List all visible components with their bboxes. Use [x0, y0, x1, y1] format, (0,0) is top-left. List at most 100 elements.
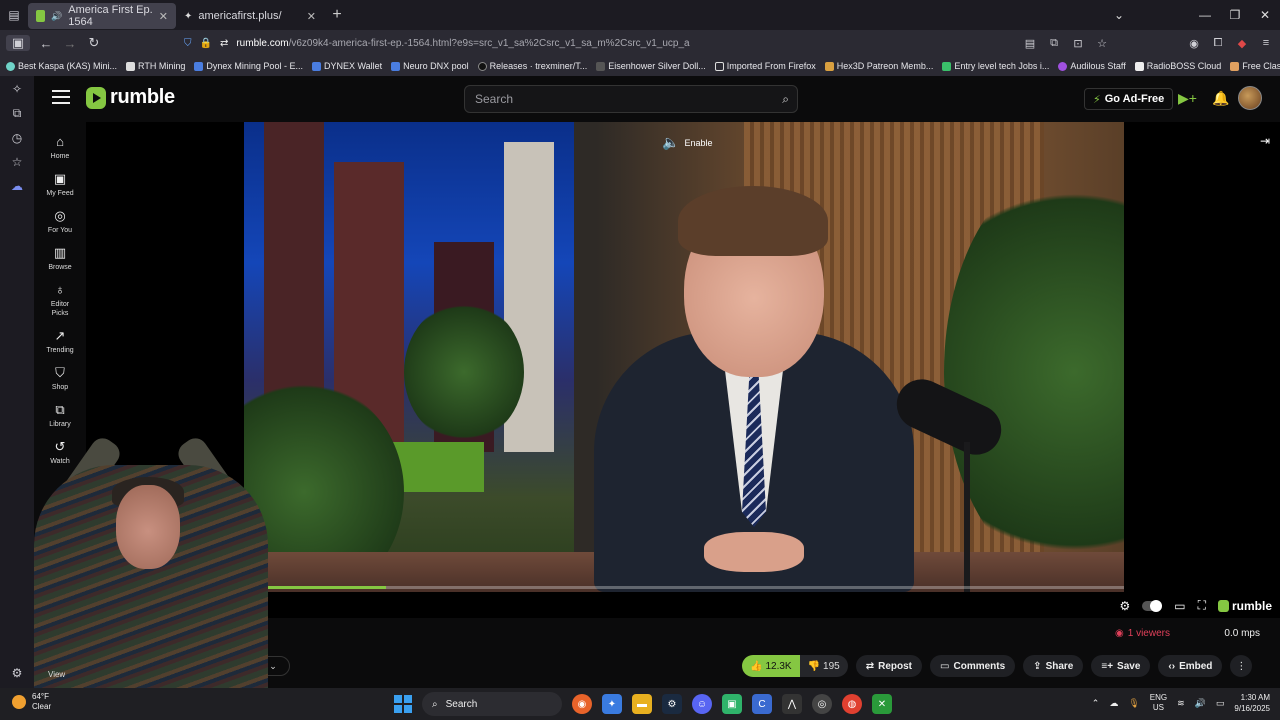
restore-button[interactable]: ❐	[1220, 8, 1250, 22]
file-explorer-icon[interactable]: ▬	[632, 694, 652, 714]
search-input[interactable]: Search ⌕	[464, 85, 798, 113]
extensions-icon[interactable]: ⧠	[1210, 37, 1226, 50]
bookmarks-icon[interactable]: ☆	[12, 155, 23, 169]
rumble-logo[interactable]: rumble	[86, 86, 175, 109]
progress-bar[interactable]	[256, 586, 1124, 589]
ai-chat-icon[interactable]: ✧	[12, 82, 22, 96]
share-button[interactable]: ⇪ Share	[1023, 655, 1084, 677]
app-icon[interactable]: ⋀	[782, 694, 802, 714]
reader-view-icon[interactable]: ▤	[1022, 37, 1038, 50]
fullscreen-icon[interactable]: ⛶	[1198, 598, 1206, 613]
history-icon[interactable]: ◷	[12, 131, 22, 145]
save-button[interactable]: ≡+ Save	[1091, 655, 1151, 677]
like-button[interactable]: 👍 12.3K	[742, 655, 800, 677]
picture-in-picture-icon[interactable]: ⧉	[1046, 37, 1062, 50]
battery-icon[interactable]: ▭	[1216, 698, 1225, 709]
extension-badge-icon[interactable]: ◆	[1234, 37, 1250, 50]
nav-for-you[interactable]: ◎ For You	[34, 208, 86, 235]
synced-tabs-icon[interactable]: ⧉	[13, 106, 22, 121]
close-tab-icon[interactable]: ✕	[307, 10, 316, 23]
language-indicator[interactable]: ENG US	[1150, 693, 1167, 713]
bookmark-item[interactable]: Best Kaspa (KAS) Mini...	[6, 61, 117, 71]
nav-shop[interactable]: ⛉ Shop	[34, 365, 86, 392]
taskbar-search[interactable]: ⌕ Search	[422, 692, 562, 716]
more-options-icon[interactable]: ⋮	[1230, 655, 1253, 677]
player-rumble-logo[interactable]: rumble	[1217, 599, 1272, 613]
app-icon[interactable]: ▣	[722, 694, 742, 714]
onedrive-icon[interactable]: ☁	[1109, 698, 1118, 709]
weather-widget[interactable]: 64°F Clear	[12, 692, 51, 712]
bookmark-star-icon[interactable]: ☆	[1094, 37, 1110, 50]
permissions-icon[interactable]: ⇄	[220, 38, 228, 49]
settings-gear-icon[interactable]: ⚙	[1119, 599, 1130, 613]
unmute-button[interactable]: 🔈 Enable	[662, 134, 712, 151]
speaker-icon[interactable]: 🔊	[51, 11, 62, 22]
back-button[interactable]: ←	[34, 36, 58, 51]
tab-list-icon[interactable]: ▤	[0, 0, 28, 30]
nav-my-feed[interactable]: ▣ My Feed	[34, 171, 86, 198]
notification-bell-icon[interactable]: 🔔	[1212, 90, 1229, 107]
lock-icon[interactable]: 🔒	[200, 38, 212, 49]
minimize-button[interactable]: —	[1190, 8, 1220, 22]
bookmark-item[interactable]: Free Class Details | AC...	[1230, 61, 1280, 71]
bookmark-folder[interactable]: Imported From Firefox	[714, 61, 816, 71]
tab-active[interactable]: 🔊 America First Ep. 1564 ✕	[28, 3, 176, 29]
app-c-icon[interactable]: C	[752, 694, 772, 714]
account-icon[interactable]: ◉	[1186, 37, 1202, 50]
customize-sidebar-icon[interactable]: ⚙	[12, 666, 23, 680]
new-tab-button[interactable]: +	[324, 6, 350, 24]
obs-icon[interactable]: ◎	[812, 694, 832, 714]
close-tab-icon[interactable]: ✕	[159, 10, 168, 23]
nav-editor-picks[interactable]: ♁ Editor Picks	[34, 282, 86, 318]
chevron-up-icon[interactable]: ⌃	[1092, 698, 1100, 709]
user-avatar[interactable]	[1238, 86, 1262, 110]
close-window-button[interactable]: ✕	[1250, 8, 1280, 22]
screenshot-icon[interactable]: ⊡	[1070, 37, 1086, 50]
clock[interactable]: 1:30 AM 9/16/2025	[1234, 692, 1270, 714]
shield-icon[interactable]: ⛉	[184, 38, 192, 49]
bookmark-item[interactable]: Hex3D Patreon Memb...	[824, 61, 933, 71]
reload-button[interactable]: ↻	[82, 35, 106, 51]
bookmark-item[interactable]: Entry level tech Jobs i...	[942, 61, 1049, 71]
autoplay-toggle[interactable]	[1142, 599, 1163, 612]
address-bar[interactable]: ⛉ 🔒 ⇄ rumble.com/v6z09k4-america-first-e…	[176, 32, 1106, 54]
copilot-icon[interactable]: ✦	[602, 694, 622, 714]
bookmark-item[interactable]: Dynex Mining Pool - E...	[194, 61, 303, 71]
hamburger-menu-icon[interactable]	[52, 90, 70, 104]
chrome-icon[interactable]: ◍	[842, 694, 862, 714]
dislike-button[interactable]: 👎 195	[799, 655, 848, 677]
discord-icon[interactable]: ☺	[692, 694, 712, 714]
steam-icon[interactable]: ⚙	[662, 694, 682, 714]
search-icon[interactable]: ⌕	[782, 92, 789, 107]
microphone-icon[interactable]: 🎙	[1128, 698, 1139, 709]
wifi-icon[interactable]: ≋	[1177, 698, 1185, 709]
go-ad-free-button[interactable]: ⚡ Go Ad-Free	[1084, 88, 1174, 110]
bookmark-item[interactable]: Neuro DNX pool	[391, 61, 469, 71]
sidebar-toggle-icon[interactable]: ▣	[6, 35, 30, 51]
nav-browse[interactable]: ▥ Browse	[34, 245, 86, 272]
upload-video-icon[interactable]: ▶+	[1178, 90, 1197, 107]
menu-icon[interactable]: ≡	[1258, 37, 1274, 49]
forward-button[interactable]: →	[58, 36, 82, 51]
bookmark-item[interactable]: RadioBOSS Cloud	[1134, 61, 1221, 71]
theater-mode-icon[interactable]: ▭	[1174, 599, 1185, 613]
tab-inactive[interactable]: ✦ americafirst.plus/ ✕	[176, 3, 324, 29]
bookmark-item[interactable]: Audilous Staff	[1058, 61, 1126, 71]
windows-start-icon[interactable]	[394, 695, 412, 713]
embed-button[interactable]: ‹› Embed	[1158, 655, 1223, 677]
nav-trending[interactable]: ↗ Trending	[34, 328, 86, 355]
collapse-chat-icon[interactable]: ⇥	[1260, 134, 1270, 148]
chevron-down-icon[interactable]: ⌄	[1104, 8, 1134, 22]
repost-button[interactable]: ⇄ Repost	[855, 655, 923, 677]
volume-icon[interactable]: 🔊	[1195, 698, 1206, 709]
bookmark-item[interactable]: Releases · trexminer/T...	[477, 61, 587, 71]
live-viewers: ◉ 1 viewers	[1115, 628, 1170, 639]
extension-icon[interactable]: ☁	[11, 179, 23, 193]
comments-button[interactable]: ▭ Comments	[930, 655, 1016, 677]
bookmark-item[interactable]: DYNEX Wallet	[311, 61, 382, 71]
bookmark-item[interactable]: RTH Mining	[126, 61, 185, 71]
xbox-icon[interactable]: ✕	[872, 694, 892, 714]
bookmark-item[interactable]: Eisenhower Silver Doll...	[596, 61, 706, 71]
firefox-icon[interactable]: ◉	[572, 694, 592, 714]
nav-home[interactable]: ⌂ Home	[34, 134, 86, 161]
